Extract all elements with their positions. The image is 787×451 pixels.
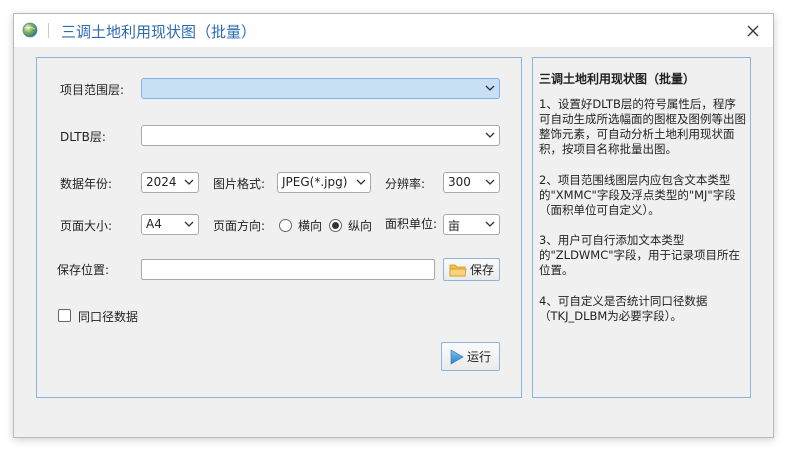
area-unit-label: 面积单位:: [385, 217, 438, 231]
settings-panel: 项目范围层: DLTB层: 数据年份: 2024 图片格式: JPEG(*.jp…: [36, 57, 522, 398]
radio-circle-selected: [329, 219, 342, 232]
project-layer-select[interactable]: [141, 78, 500, 99]
help-panel: 三调土地利用现状图（批量） 1、设置好DLTB层的符号属性后，程序可自动生成所选…: [532, 57, 751, 398]
chevron-down-icon: [485, 85, 495, 91]
play-icon: [450, 348, 464, 365]
format-select[interactable]: JPEG(*.jpg): [277, 172, 371, 193]
dltb-layer-label: DLTB层:: [60, 130, 106, 144]
run-button-label: 运行: [466, 350, 491, 364]
chevron-down-icon: [184, 221, 194, 227]
help-title: 三调土地利用现状图（批量）: [539, 72, 696, 86]
project-layer-label: 项目范围层:: [60, 83, 125, 97]
close-button[interactable]: [741, 19, 765, 43]
orientation-portrait-radio[interactable]: 纵向: [329, 217, 372, 234]
area-unit-select[interactable]: 亩: [443, 214, 500, 235]
chevron-down-icon: [485, 179, 495, 185]
chevron-down-icon: [485, 132, 495, 138]
chevron-down-icon: [356, 179, 366, 185]
orientation-landscape-radio[interactable]: 横向: [279, 217, 322, 234]
resolution-select[interactable]: 300: [443, 172, 500, 193]
format-label: 图片格式:: [213, 177, 266, 191]
orientation-landscape-label: 横向: [298, 219, 323, 233]
orientation-label: 页面方向:: [213, 219, 266, 233]
page-size-label: 页面大小:: [60, 219, 113, 233]
save-location-input[interactable]: [141, 259, 435, 280]
resolution-label: 分辨率:: [385, 177, 426, 191]
chevron-down-icon: [485, 221, 495, 227]
page-size-select[interactable]: A4: [141, 214, 199, 235]
help-paragraph-4: 4、可自定义是否统计同口径数据（TKJ_DLBM为必要字段）。: [539, 294, 708, 323]
window-title: 三调土地利用现状图（批量）: [61, 23, 257, 41]
folder-icon: [449, 264, 467, 276]
radio-circle: [279, 219, 292, 232]
format-value: JPEG(*.jpg): [282, 175, 348, 189]
orientation-portrait-label: 纵向: [348, 219, 373, 233]
title-separator: [48, 23, 49, 38]
dltb-layer-select[interactable]: [141, 125, 500, 146]
same-caliber-label: 同口径数据: [78, 310, 139, 324]
save-location-label: 保存位置:: [57, 263, 110, 277]
year-select[interactable]: 2024: [141, 172, 199, 193]
page-size-value: A4: [146, 217, 162, 231]
same-caliber-checkbox[interactable]: [58, 309, 71, 322]
help-paragraph-2: 2、项目范围线图层内应包含文本类型的"XMMC"字段及浮点类型的"MJ"字段（面…: [539, 173, 736, 217]
help-paragraph-3: 3、用户可自行添加文本类型的"ZLDWMC"字段，用于记录项目所在位置。: [539, 233, 741, 277]
chevron-down-icon: [184, 179, 194, 185]
year-value: 2024: [146, 175, 177, 189]
save-button[interactable]: 保存: [443, 258, 500, 281]
close-icon: [747, 25, 759, 37]
run-button[interactable]: 运行: [441, 342, 500, 371]
year-label: 数据年份:: [60, 177, 113, 191]
area-unit-value: 亩: [448, 219, 461, 233]
dialog-window: 三调土地利用现状图（批量） 项目范围层: DLTB层: 数据年份: 2024 图…: [13, 13, 774, 438]
save-button-label: 保存: [469, 263, 494, 277]
title-bar: 三调土地利用现状图（批量）: [14, 14, 773, 47]
globe-icon: [22, 22, 38, 38]
help-paragraph-1: 1、设置好DLTB层的符号属性后，程序可自动生成所选幅面的图框及图例等出图整饰元…: [539, 97, 746, 156]
resolution-value: 300: [448, 175, 471, 189]
